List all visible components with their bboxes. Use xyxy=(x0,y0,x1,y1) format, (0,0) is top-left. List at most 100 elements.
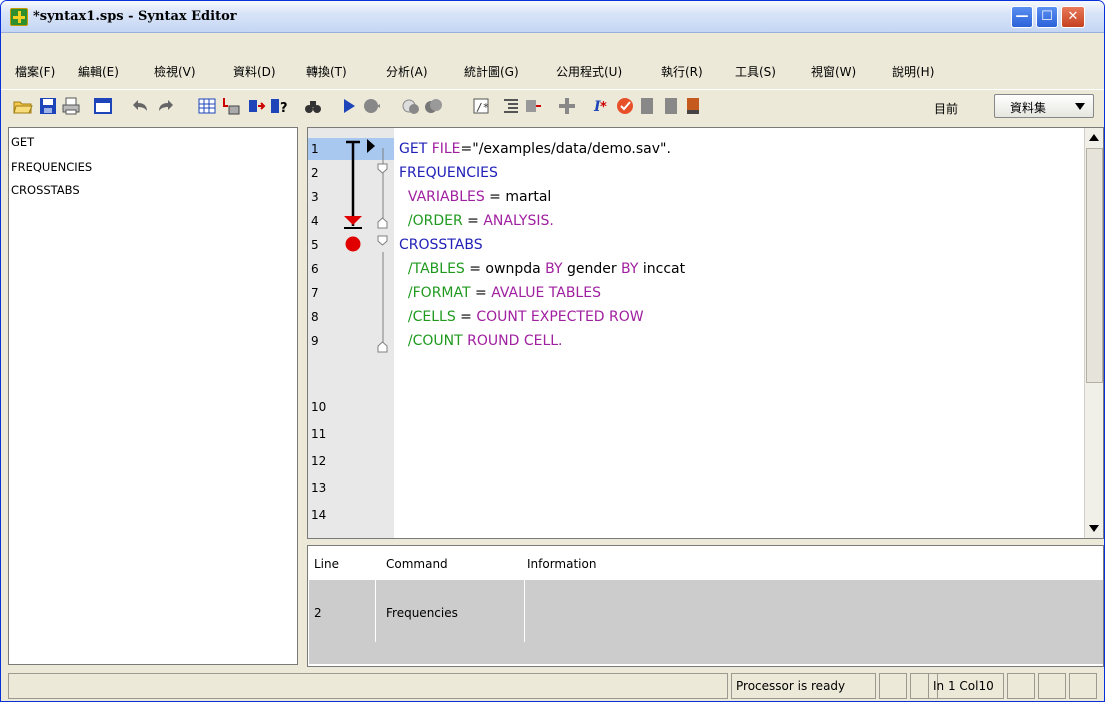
line-number: 11 xyxy=(311,427,327,441)
maximize-button[interactable]: ☐ xyxy=(1036,6,1058,28)
editor-vertical-scrollbar[interactable] xyxy=(1084,128,1103,538)
syntax-editor-window: *syntax1.sps - Syntax Editor — ☐ ✕ 檔案(F)… xyxy=(0,0,1105,702)
breakpoint-icon xyxy=(345,236,361,252)
menu-utilities[interactable]: 公用程式(U) xyxy=(556,63,622,80)
line-number: 4 xyxy=(311,214,319,228)
fold-start-icon xyxy=(377,235,388,246)
syntax-editor-pane[interactable]: 1 2 3 4 5 6 7 8 9 10 11 12 13 14 GET FIL… xyxy=(307,127,1104,539)
menu-view[interactable]: 檢視(V) xyxy=(154,63,196,80)
toggle-panel-icon[interactable] xyxy=(423,96,443,116)
menu-help[interactable]: 說明(H) xyxy=(892,63,934,80)
menu-bar: 檔案(F) 編輯(E) 檢視(V) 資料(D) 轉換(T) 分析(A) 統計圖(… xyxy=(1,59,1104,85)
svg-text:/*: /* xyxy=(476,101,489,114)
status-bar: Processor is ready In 1 Col10 xyxy=(8,673,1098,699)
goto-variable-icon[interactable] xyxy=(247,96,267,116)
dataset-dropdown-label: 資料集 xyxy=(1010,101,1047,115)
bookmark-next-icon[interactable] xyxy=(661,96,681,116)
code-line-8: /CELLS = COUNT EXPECTED ROW xyxy=(399,309,644,325)
processor-status: Processor is ready xyxy=(731,673,876,699)
scroll-up-icon[interactable] xyxy=(1089,134,1099,141)
menu-window[interactable]: 視窗(W) xyxy=(811,63,856,80)
line-number: 12 xyxy=(311,454,327,468)
code-line-5: CROSSTABS xyxy=(399,237,483,253)
scroll-down-icon[interactable] xyxy=(1089,525,1099,532)
status-cell xyxy=(1069,673,1097,699)
indent-icon[interactable] xyxy=(501,96,521,116)
column-divider xyxy=(375,580,376,642)
line-number: 3 xyxy=(311,190,319,204)
line-number: 13 xyxy=(311,481,327,495)
cursor-position: In 1 Col10 xyxy=(928,673,1004,699)
toggle-comment-icon[interactable]: /* xyxy=(471,96,491,116)
status-cell xyxy=(1038,673,1066,699)
spell-check-icon[interactable] xyxy=(615,96,635,116)
goto-case-icon[interactable] xyxy=(221,96,241,116)
column-header-line[interactable]: Line xyxy=(314,557,339,571)
menu-run[interactable]: 執行(R) xyxy=(661,63,703,80)
open-folder-icon[interactable] xyxy=(13,96,33,116)
menu-graphs[interactable]: 統計圖(G) xyxy=(464,63,519,80)
run-range-line xyxy=(346,140,360,226)
dialog-recall-icon[interactable] xyxy=(93,96,113,116)
status-cell xyxy=(1007,673,1035,699)
error-list-pane: Line Command Information 2 Frequencies xyxy=(307,545,1104,667)
line-number: 2 xyxy=(311,166,319,180)
close-button[interactable]: ✕ xyxy=(1061,6,1085,28)
menu-analyze[interactable]: 分析(A) xyxy=(386,63,428,80)
menu-transform[interactable]: 轉換(T) xyxy=(306,63,347,80)
line-number: 6 xyxy=(311,262,319,276)
code-line-6: /TABLES = ownpda BY gender BY inccat xyxy=(399,261,686,277)
bookmark-icon[interactable] xyxy=(637,96,657,116)
line-number-column: 1 2 3 4 5 6 7 8 9 10 11 12 13 14 xyxy=(308,128,338,538)
run-selection-icon[interactable] xyxy=(339,96,359,116)
pane-splitter[interactable] xyxy=(300,127,306,667)
status-cell xyxy=(879,673,907,699)
scroll-thumb[interactable] xyxy=(1086,148,1103,383)
menu-file[interactable]: 檔案(F) xyxy=(15,63,55,80)
line-number: 1 xyxy=(311,142,319,156)
svg-text:*: * xyxy=(600,100,607,115)
variables-icon[interactable]: ? xyxy=(269,96,289,116)
title-bar[interactable]: *syntax1.sps - Syntax Editor — ☐ ✕ xyxy=(1,1,1104,33)
undo-icon[interactable] xyxy=(131,96,151,116)
column-divider xyxy=(524,580,525,642)
column-header-command[interactable]: Command xyxy=(386,557,448,571)
execution-markers xyxy=(344,139,388,353)
nav-item-crosstabs[interactable]: CROSSTABS xyxy=(11,183,80,197)
run-to-end-icon[interactable]: I * xyxy=(593,96,613,116)
error-list-body: 2 Frequencies xyxy=(309,580,1103,664)
code-line-7: /FORMAT = AVALUE TABLES xyxy=(399,285,601,301)
show-errors-icon[interactable] xyxy=(401,96,421,116)
menu-edit[interactable]: 編輯(E) xyxy=(78,63,119,80)
line-number: 9 xyxy=(311,334,319,348)
stop-processor-icon[interactable] xyxy=(361,96,381,116)
line-number: 10 xyxy=(311,400,327,414)
outdent-icon[interactable] xyxy=(523,96,543,116)
bookmark-clear-icon[interactable] xyxy=(683,96,703,116)
line-number: 7 xyxy=(311,286,319,300)
find-icon[interactable] xyxy=(303,96,323,116)
line-number: 5 xyxy=(311,238,319,252)
minimize-button[interactable]: — xyxy=(1011,6,1033,28)
dataset-dropdown[interactable]: 資料集 xyxy=(994,94,1094,118)
expand-all-icon[interactable] xyxy=(557,96,577,116)
line-number: 8 xyxy=(311,310,319,324)
window-title: *syntax1.sps - Syntax Editor xyxy=(33,9,237,24)
nav-item-get[interactable]: GET xyxy=(11,135,34,149)
toolbar: ? /* I * 目前 資料集 xyxy=(1,89,1104,123)
active-dataset-label: 目前 xyxy=(934,102,959,116)
code-line-4: /ORDER = ANALYSIS. xyxy=(399,213,554,229)
redo-icon[interactable] xyxy=(155,96,175,116)
menu-tools[interactable]: 工具(S) xyxy=(735,63,776,80)
code-line-2: FREQUENCIES xyxy=(399,165,498,181)
nav-item-frequencies[interactable]: FREQUENCIES xyxy=(11,160,92,174)
column-header-information[interactable]: Information xyxy=(527,557,596,571)
chevron-down-icon xyxy=(1075,103,1085,110)
step-arrow-icon xyxy=(367,139,375,153)
print-icon[interactable] xyxy=(61,96,81,116)
spss-syntax-icon xyxy=(10,8,28,26)
goto-data-icon[interactable] xyxy=(197,96,217,116)
menu-data[interactable]: 資料(D) xyxy=(233,63,276,80)
save-icon[interactable] xyxy=(38,96,58,116)
navigation-pane: GET FREQUENCIES CROSSTABS xyxy=(8,127,298,665)
